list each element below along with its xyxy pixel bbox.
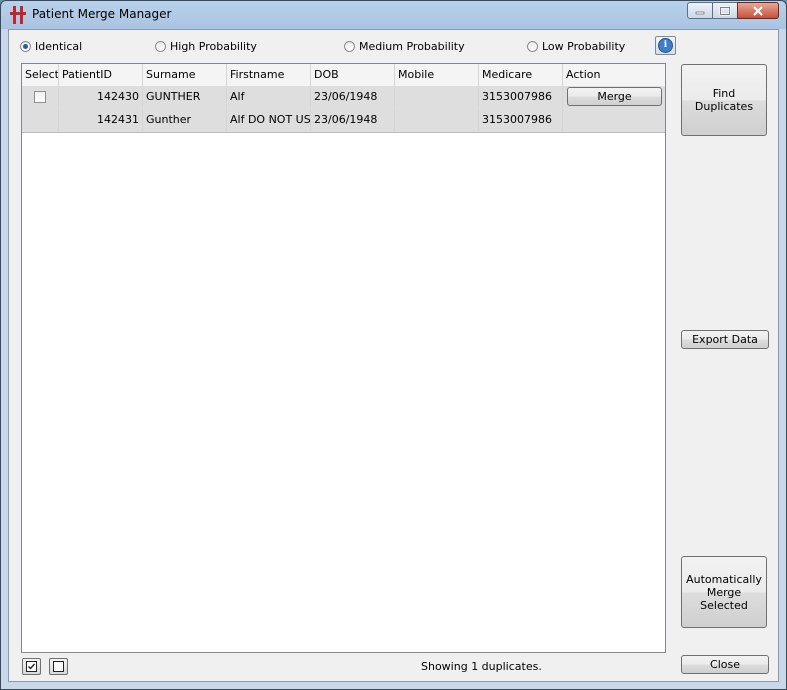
maximize-icon — [719, 6, 731, 15]
patientid-cell: 142430 — [59, 86, 143, 108]
firstname-cell: Alf DO NOT USE — [227, 109, 311, 131]
minimize-button[interactable] — [687, 2, 713, 19]
client-area: Identical High Probability Medium Probab… — [8, 29, 779, 682]
window-title: Patient Merge Manager — [32, 7, 172, 21]
info-button[interactable]: i — [655, 36, 676, 55]
radio-label: Low Probability — [542, 40, 626, 53]
radio-button[interactable] — [155, 41, 166, 52]
medicare-cell: 3153007986 — [479, 86, 563, 108]
medicare-cell: 3153007986 — [479, 109, 563, 131]
auto-merge-selected-button[interactable]: Automatically Merge Selected — [681, 556, 767, 628]
select-all-button[interactable] — [22, 658, 41, 675]
dob-cell: 23/06/1948 — [311, 86, 395, 108]
radio-button[interactable] — [527, 41, 538, 52]
radio-label: Identical — [35, 40, 83, 53]
table-row[interactable]: 142430 GUNTHER Alf 23/06/1948 3153007986… — [22, 86, 665, 110]
find-duplicates-button[interactable]: Find Duplicates — [681, 64, 767, 136]
radio-medium-probability[interactable]: Medium Probability — [344, 40, 465, 53]
radio-label: High Probability — [170, 40, 257, 53]
row-select-checkbox[interactable] — [34, 91, 46, 103]
radio-low-probability[interactable]: Low Probability — [527, 40, 625, 53]
title-bar[interactable]: Patient Merge Manager — [1, 1, 786, 29]
table-row[interactable]: 142431 Gunther Alf DO NOT USE 23/06/1948… — [22, 109, 665, 133]
status-text: Showing 1 duplicates. — [421, 660, 542, 673]
radio-label: Medium Probability — [359, 40, 465, 53]
patientid-cell: 142431 — [59, 109, 143, 131]
select-cell — [22, 109, 59, 131]
firstname-cell: Alf — [227, 86, 311, 108]
surname-cell: Gunther — [143, 109, 227, 131]
column-header-mobile[interactable]: Mobile — [395, 64, 479, 86]
dob-cell: 23/06/1948 — [311, 109, 395, 131]
close-icon — [753, 5, 763, 16]
mobile-cell — [395, 86, 479, 108]
duplicates-table[interactable]: Select PatientID Surname Firstname DOB M… — [21, 63, 666, 653]
column-header-medicare[interactable]: Medicare — [479, 64, 563, 86]
column-header-dob[interactable]: DOB — [311, 64, 395, 86]
surname-cell: GUNTHER — [143, 86, 227, 108]
patient-merge-manager-window: Patient Merge Manager Identical High Pro… — [0, 0, 787, 690]
column-header-action[interactable]: Action — [563, 64, 665, 86]
column-header-select[interactable]: Select — [22, 64, 59, 86]
mobile-cell — [395, 109, 479, 131]
table-header: Select PatientID Surname Firstname DOB M… — [22, 64, 665, 87]
column-header-firstname[interactable]: Firstname — [227, 64, 311, 86]
radio-identical[interactable]: Identical — [20, 40, 82, 53]
minimize-icon — [695, 11, 705, 14]
select-cell[interactable] — [22, 86, 59, 108]
empty-box-icon — [53, 661, 64, 672]
radio-button-selected[interactable] — [20, 41, 31, 52]
column-header-surname[interactable]: Surname — [143, 64, 227, 86]
deselect-all-button[interactable] — [49, 658, 68, 675]
checked-box-icon — [26, 661, 37, 672]
close-button[interactable]: Close — [681, 655, 769, 674]
export-data-button[interactable]: Export Data — [681, 330, 769, 349]
action-cell — [563, 109, 665, 131]
merge-button[interactable]: Merge — [567, 87, 662, 106]
column-header-patientid[interactable]: PatientID — [59, 64, 143, 86]
app-cross-icon — [10, 6, 26, 24]
close-window-button[interactable] — [737, 2, 779, 19]
radio-button[interactable] — [344, 41, 355, 52]
radio-high-probability[interactable]: High Probability — [155, 40, 257, 53]
info-icon: i — [658, 38, 673, 53]
maximize-button[interactable] — [712, 2, 738, 19]
